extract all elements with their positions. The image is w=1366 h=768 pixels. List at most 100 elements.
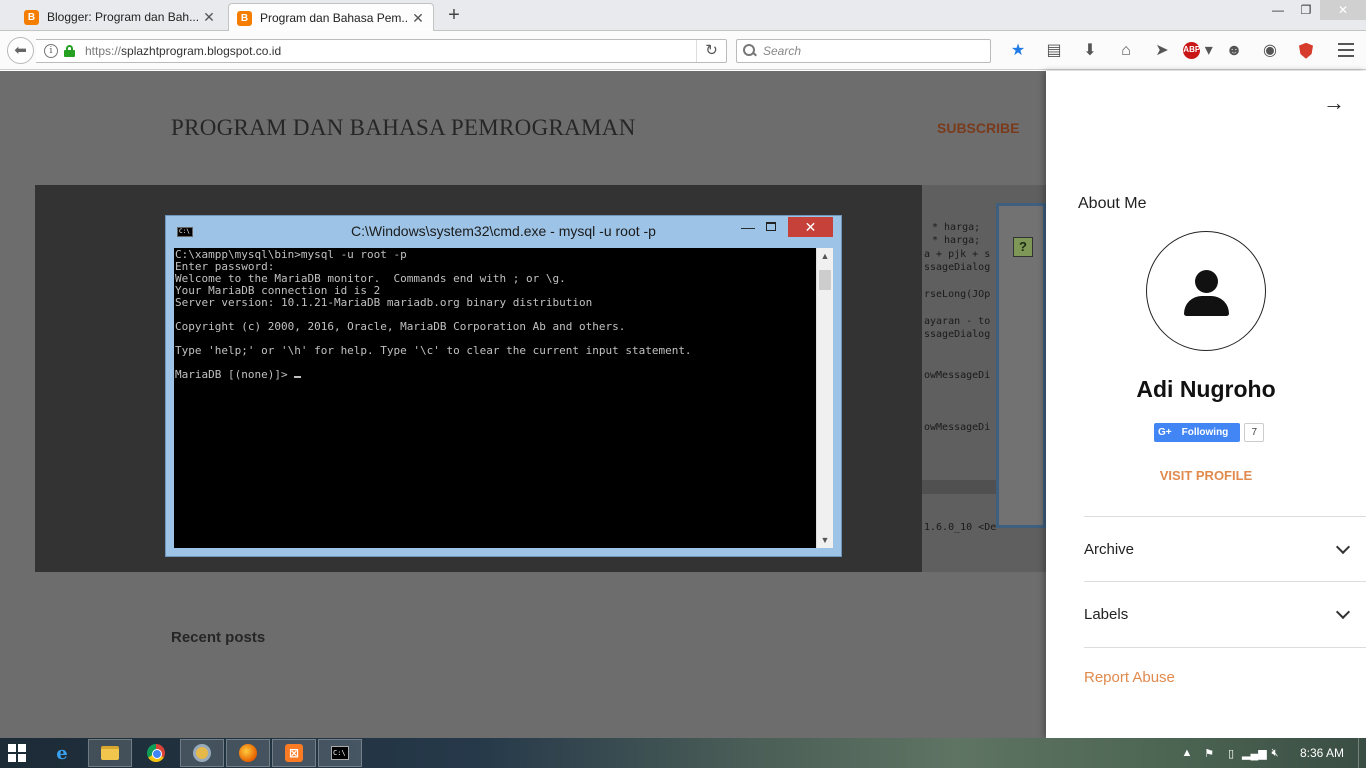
scroll-thumb: [819, 270, 831, 290]
firefox-icon[interactable]: [226, 739, 270, 767]
taskbar: e ⊠ C:\ ▲ ⚑ ▯ ▂▄▆ 🔇︎ 8:36 AM: [0, 738, 1366, 768]
code-line: ssageDialog: [924, 329, 991, 340]
clock[interactable]: 8:36 AM: [1286, 746, 1358, 760]
close-icon: ✕: [788, 217, 833, 237]
search-icon: [743, 44, 757, 58]
minimize-icon: —: [741, 219, 755, 235]
code-line: * harga;: [932, 235, 981, 246]
console-line: Copyright (c) 2000, 2016, Oracle, MariaD…: [175, 320, 626, 333]
windows-start-icon[interactable]: [8, 744, 26, 762]
recent-posts-heading: Recent posts: [171, 629, 266, 646]
help-icon: ?: [1013, 237, 1033, 257]
reload-icon[interactable]: ↻: [696, 40, 726, 62]
labels-section[interactable]: Labels: [1084, 581, 1366, 646]
console-prompt: MariaDB [(none)]>: [175, 369, 816, 381]
url-bar[interactable]: i https://splazhtprogram.blogspot.co.id …: [36, 39, 727, 63]
menu-icon[interactable]: [1338, 43, 1354, 57]
about-me-heading: About Me: [1078, 195, 1147, 212]
gplus-icon: G+: [1158, 427, 1172, 438]
close-icon[interactable]: ✕: [202, 10, 216, 24]
settings-app-icon[interactable]: [180, 739, 224, 767]
url-scheme: https://: [85, 44, 122, 58]
archive-label: Archive: [1084, 540, 1135, 558]
blogger-icon: B: [24, 9, 39, 25]
show-desktop-button[interactable]: [1358, 738, 1366, 768]
console-line: Type 'help;' or '\h' for help. Type '\c'…: [175, 344, 692, 357]
download-icon[interactable]: ⬇: [1072, 39, 1108, 63]
home-icon[interactable]: ⌂: [1108, 39, 1144, 63]
file-explorer-icon[interactable]: [88, 739, 132, 767]
tab-program-dan-bahasa[interactable]: B Program dan Bahasa Pem... ✕: [228, 3, 434, 32]
code-line: * harga;: [932, 222, 981, 233]
chrome-icon[interactable]: [134, 739, 178, 767]
cmd-scrollbar: ▲ ▼: [816, 248, 833, 548]
scroll-down-icon: ▼: [820, 535, 830, 545]
code-line: ayaran - to: [924, 316, 991, 327]
tab-strip: B Blogger: Program dan Bah... ✕ B Progra…: [0, 0, 1366, 32]
background-code-screenshot: ? * harga; * harga; a + pjk + s ssageDia…: [922, 185, 1046, 572]
window-controls: — ❐ ✕: [1264, 0, 1366, 22]
chevron-down-icon: [1335, 539, 1351, 554]
back-button[interactable]: ⬅: [7, 37, 34, 64]
blog-title[interactable]: PROGRAM DAN BAHASA PEMROGRAMAN: [171, 115, 636, 141]
code-line: owMessageDi: [924, 422, 991, 433]
gplus-following-button[interactable]: G+ Following: [1154, 423, 1241, 442]
tab-blogger-dashboard[interactable]: B Blogger: Program dan Bah... ✕: [16, 3, 224, 31]
chevron-down-icon: [1335, 604, 1351, 619]
profile-sidebar: → About Me Adi Nugroho G+ Following 7 VI…: [1046, 71, 1366, 738]
info-icon[interactable]: i: [44, 44, 58, 58]
cmd-taskbar-icon[interactable]: C:\: [318, 739, 362, 767]
blogger-icon: B: [237, 10, 252, 26]
url-text[interactable]: https://splazhtprogram.blogspot.co.id: [85, 44, 696, 58]
chevron-up-icon[interactable]: ▲: [1176, 747, 1198, 759]
emoji-icon[interactable]: ☻: [1216, 39, 1252, 63]
visit-profile-link[interactable]: VISIT PROFILE: [1046, 468, 1366, 483]
url-host: splazhtprogram.blogspot.co.id: [121, 44, 282, 58]
report-abuse-link[interactable]: Report Abuse: [1084, 647, 1366, 686]
tab-title: Program dan Bahasa Pem...: [260, 11, 407, 25]
code-line: 1.6.0_10 <De: [924, 522, 997, 533]
adblock-label: ABP: [1183, 42, 1201, 60]
flag-icon[interactable]: ⚑: [1198, 747, 1220, 760]
signal-icon[interactable]: ▂▄▆: [1242, 747, 1267, 760]
send-icon[interactable]: ➤: [1144, 39, 1180, 63]
adblock-icon[interactable]: ABP ▾: [1180, 39, 1216, 63]
bookmark-star-icon[interactable]: ★: [1000, 39, 1036, 63]
close-icon[interactable]: ✕: [411, 11, 425, 25]
search-input[interactable]: Search: [763, 44, 801, 58]
arrow-right-icon[interactable]: →: [1322, 91, 1346, 115]
status-strip: [922, 480, 996, 494]
battery-icon[interactable]: ▯: [1220, 747, 1242, 760]
internet-explorer-icon[interactable]: e: [40, 739, 84, 767]
code-line: a + pjk + s: [924, 249, 991, 260]
gplus-follower-count: 7: [1244, 423, 1265, 442]
navigation-bar: ⬅ i https://splazhtprogram.blogspot.co.i…: [0, 31, 1366, 70]
person-icon: [1195, 270, 1218, 293]
lock-icon[interactable]: [64, 45, 75, 57]
restore-button[interactable]: ❐: [1292, 0, 1320, 20]
shield-icon[interactable]: [1288, 39, 1324, 63]
maximize-icon: [766, 222, 776, 231]
reading-list-icon[interactable]: ▤: [1036, 39, 1072, 63]
scroll-up-icon: ▲: [820, 251, 830, 261]
system-tray: ▲ ⚑ ▯ ▂▄▆ 🔇︎ 8:36 AM: [1176, 738, 1366, 768]
subscribe-button[interactable]: SUBSCRIBE: [937, 120, 1019, 136]
minimize-button[interactable]: —: [1264, 0, 1292, 20]
eye-icon[interactable]: ◉: [1252, 39, 1288, 63]
search-bar[interactable]: Search: [736, 39, 991, 63]
code-line: owMessageDi: [924, 370, 991, 381]
close-window-button[interactable]: ✕: [1320, 0, 1366, 20]
cmd-titlebar: C:\ C:\Windows\system32\cmd.exe - mysql …: [166, 216, 841, 246]
gplus-follow-widget: G+ Following 7: [1154, 423, 1265, 442]
xampp-icon[interactable]: ⊠: [272, 739, 316, 767]
volume-muted-icon[interactable]: 🔇︎: [1264, 747, 1286, 760]
gplus-following-label: Following: [1181, 427, 1229, 438]
avatar[interactable]: [1146, 231, 1266, 351]
console-line: Server version: 10.1.21-MariaDB mariadb.…: [175, 296, 593, 309]
prompt-text: MariaDB [(none)]>: [175, 368, 295, 381]
text-cursor: [294, 376, 302, 378]
console-output: C:\xampp\mysql\bin>mysql -u root -p Ente…: [174, 248, 816, 548]
new-tab-button[interactable]: +: [444, 5, 464, 25]
archive-section[interactable]: Archive: [1084, 516, 1366, 581]
browser-toolbar: ★ ▤ ⬇ ⌂ ➤ ABP ▾ ☻ ◉: [1000, 39, 1324, 63]
